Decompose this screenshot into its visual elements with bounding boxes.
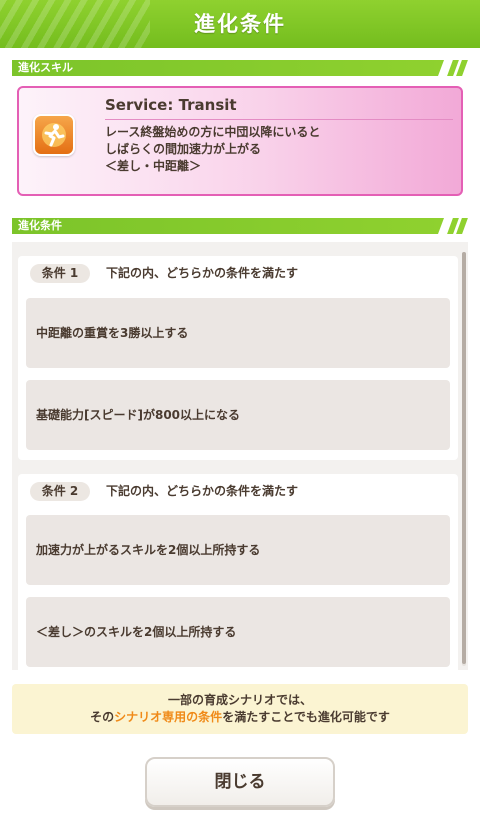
- condition-group-1: 条件 1 下記の内、どちらかの条件を満たす 中距離の重賞を3勝以上する 基礎能力…: [18, 256, 458, 460]
- skill-card[interactable]: Service: Transit レース終盤始めの方に中団以降にいると しばらく…: [17, 86, 463, 196]
- condition-item: 中距離の重賞を3勝以上する: [26, 298, 450, 368]
- conditions-scroll-panel[interactable]: 条件 1 下記の内、どちらかの条件を満たす 中距離の重賞を3勝以上する 基礎能力…: [12, 242, 468, 670]
- condition-heading: 下記の内、どちらかの条件を満たす: [106, 484, 299, 498]
- condition-tag: 条件 1: [30, 264, 90, 283]
- skill-divider: [105, 119, 453, 120]
- skill-description-line: ＜差し・中距離＞: [105, 159, 202, 173]
- skill-description: レース終盤始めの方に中団以降にいると しばらくの間加速力が上がる ＜差し・中距離…: [105, 124, 455, 175]
- scenario-notice: 一部の育成シナリオでは、 そのシナリオ専用の条件を満たすことでも進化可能です: [12, 684, 468, 734]
- condition-item: 基礎能力[スピード]が800以上になる: [26, 380, 450, 450]
- skill-description-line: レース終盤始めの方に中団以降にいると: [105, 125, 321, 139]
- condition-group-2: 条件 2 下記の内、どちらかの条件を満たす 加速力が上がるスキルを2個以上所持す…: [18, 474, 458, 670]
- section-label-skill: 進化スキル: [18, 61, 73, 74]
- section-bar-conditions: 進化条件: [12, 218, 468, 234]
- condition-tag: 条件 2: [30, 482, 90, 501]
- notice-highlight: シナリオ専用の条件: [114, 710, 223, 724]
- dialog-header: 進化条件: [0, 0, 480, 48]
- condition-heading: 下記の内、どちらかの条件を満たす: [106, 266, 299, 280]
- condition-item: 加速力が上がるスキルを2個以上所持する: [26, 515, 450, 585]
- skill-description-line: しばらくの間加速力が上がる: [105, 142, 262, 156]
- dialog-title: 進化条件: [194, 12, 286, 36]
- skill-name: Service: Transit: [105, 96, 237, 114]
- speed-skill-icon: [33, 114, 75, 156]
- section-label-conditions: 進化条件: [18, 219, 62, 232]
- notice-line-2: そのシナリオ専用の条件を満たすことでも進化可能です: [90, 710, 390, 724]
- notice-line-1: 一部の育成シナリオでは、: [167, 693, 312, 707]
- scrollbar-thumb[interactable]: [462, 252, 466, 664]
- close-button[interactable]: 閉じる: [145, 757, 335, 807]
- section-bar-skill: 進化スキル: [12, 60, 468, 76]
- condition-item: ＜差し＞のスキルを2個以上所持する: [26, 597, 450, 667]
